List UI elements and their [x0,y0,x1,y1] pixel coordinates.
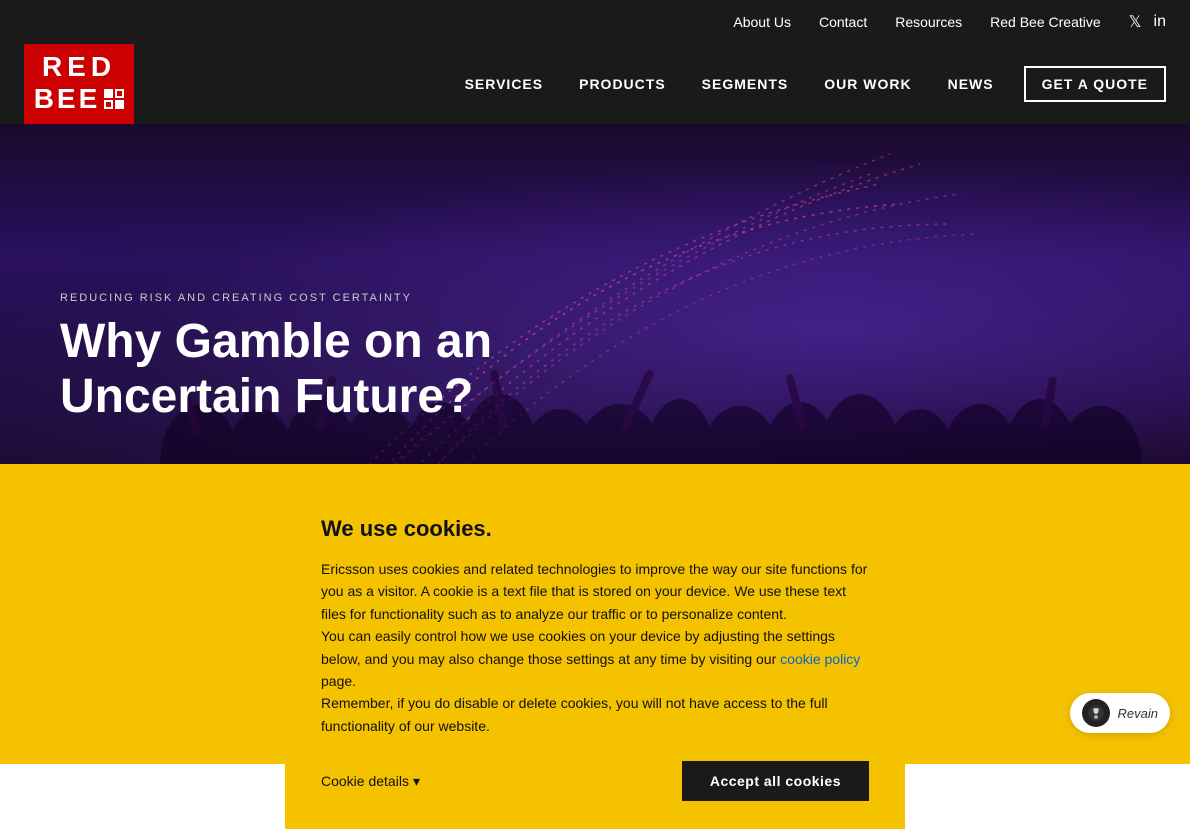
cookie-details-button[interactable]: Cookie details ▾ [321,773,420,790]
social-icons: 𝕏 in [1129,12,1166,32]
cookie-body-text2: You can easily control how we use cookie… [321,628,835,666]
chevron-down-icon: ▾ [413,773,420,790]
cookie-body-text: Ericsson uses cookies and related techno… [321,561,867,622]
top-nav: About Us Contact Resources Red Bee Creat… [0,0,1190,44]
nav-services[interactable]: SERVICES [447,51,562,117]
top-nav-red-bee-creative[interactable]: Red Bee Creative [990,14,1101,30]
cookie-actions: Cookie details ▾ Accept all cookies [321,761,869,801]
cookie-policy-link[interactable]: cookie policy [780,651,860,667]
revain-icon [1082,699,1110,727]
nav-news[interactable]: NEWS [930,51,1012,117]
logo-sq-1 [104,89,113,98]
twitter-icon[interactable]: 𝕏 [1129,12,1142,32]
logo-squares [104,89,124,109]
cookie-banner: We use cookies. Ericsson uses cookies an… [285,484,905,829]
logo-sq-4 [115,100,124,109]
yellow-section: We use cookies. Ericsson uses cookies an… [0,464,1190,764]
cookie-body-text4: Remember, if you do disable or delete co… [321,695,828,733]
hero-title: Why Gamble on an Uncertain Future? [60,314,492,424]
top-nav-resources[interactable]: Resources [895,14,962,30]
revain-widget[interactable]: Revain [1070,693,1170,733]
hero-subtitle: REDUCING RISK AND CREATING COST CERTAINT… [60,292,492,304]
cookie-details-label: Cookie details [321,773,409,789]
logo-row2: BEE [34,83,125,115]
cookie-title: We use cookies. [321,516,869,542]
main-nav-wrapper: RED BEE SERVICES PRODUCTS SEGMENTS OUR W… [0,44,1190,124]
nav-get-quote[interactable]: GET A QUOTE [1024,66,1166,102]
cookie-body: Ericsson uses cookies and related techno… [321,558,869,737]
revain-label: Revain [1118,706,1158,721]
cookie-accept-button[interactable]: Accept all cookies [682,761,869,801]
linkedin-icon[interactable]: in [1154,13,1166,31]
logo[interactable]: RED BEE [24,44,134,124]
cookie-body-text3: page. [321,673,356,689]
logo-text-red: RED [42,53,116,81]
top-nav-about[interactable]: About Us [733,14,791,30]
nav-inner: SERVICES PRODUCTS SEGMENTS OUR WORK NEWS… [0,44,1190,124]
logo-sq-2 [115,89,124,98]
nav-our-work[interactable]: OUR WORK [806,51,929,117]
logo-sq-3 [104,100,113,109]
nav-products[interactable]: PRODUCTS [561,51,684,117]
nav-segments[interactable]: SEGMENTS [684,51,807,117]
hero-section: .arc-line { fill: none; stroke: #e040a0;… [0,124,1190,464]
logo-text-bee: BEE [34,83,101,115]
top-nav-contact[interactable]: Contact [819,14,867,30]
hero-content: REDUCING RISK AND CREATING COST CERTAINT… [60,292,492,424]
hero-title-line1: Why Gamble on an [60,315,492,368]
nav-links: SERVICES PRODUCTS SEGMENTS OUR WORK NEWS… [447,51,1166,117]
hero-title-line2: Uncertain Future? [60,370,473,423]
